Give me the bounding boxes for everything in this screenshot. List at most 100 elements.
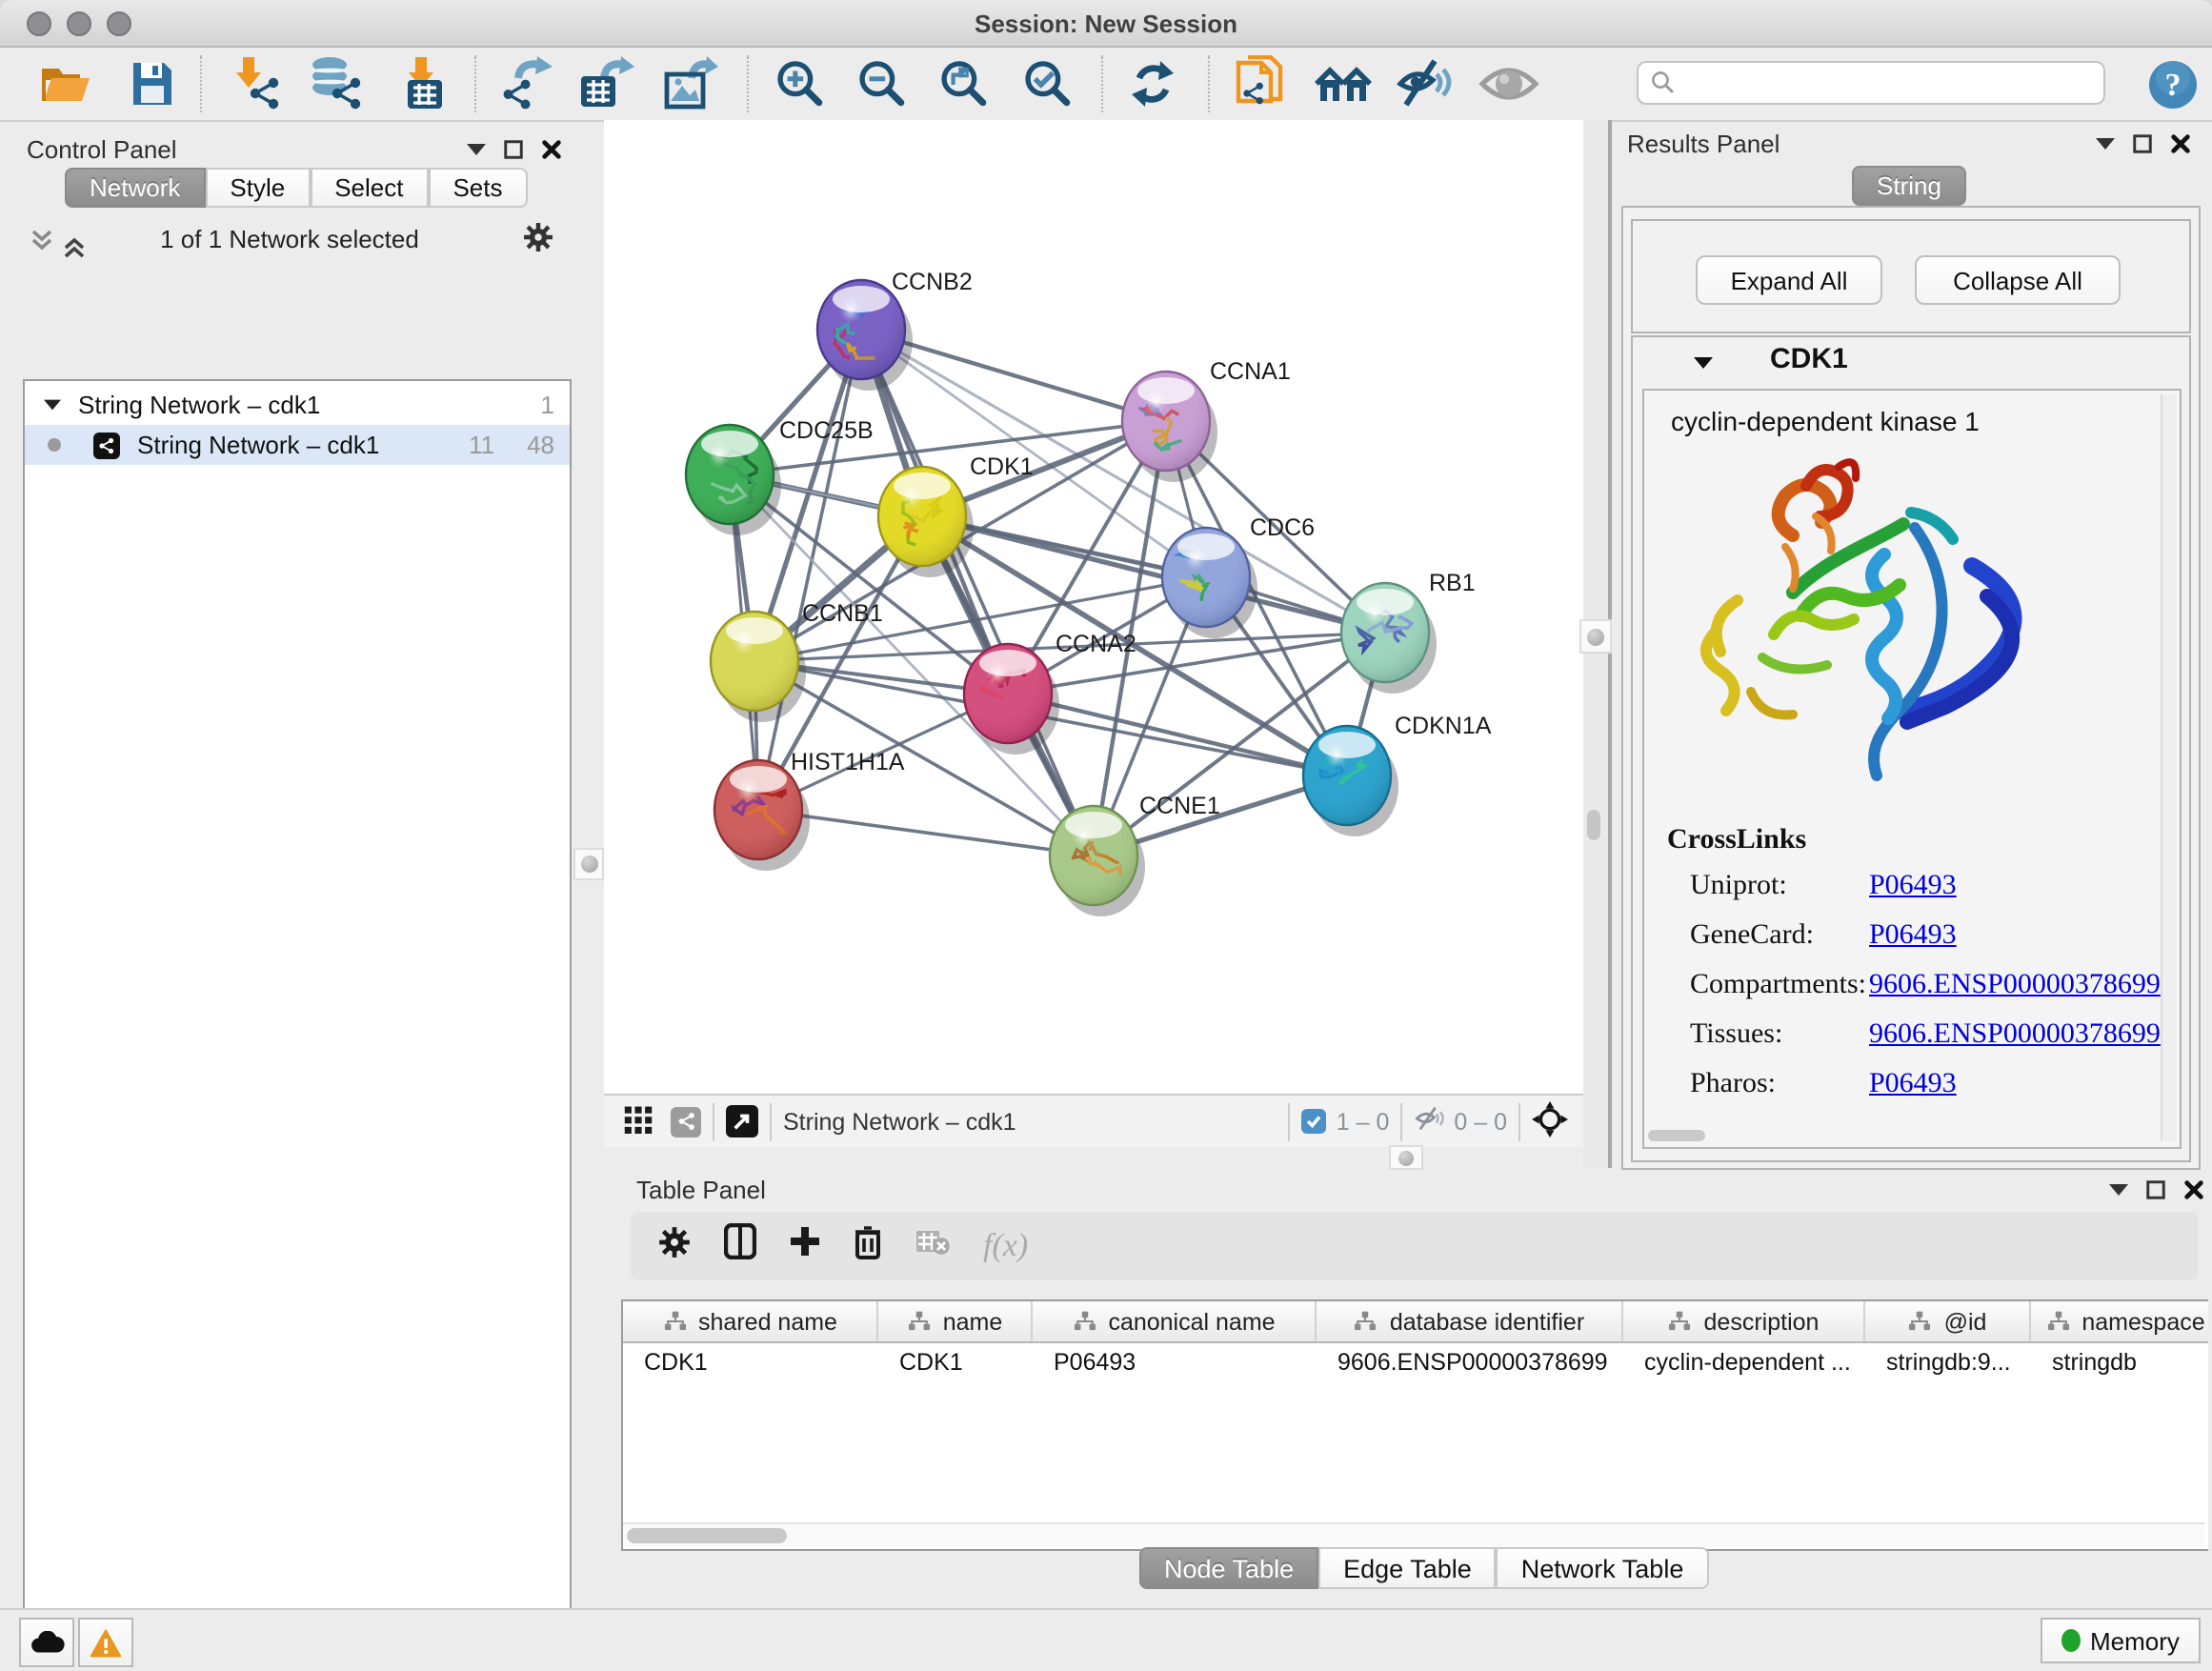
network-view[interactable]: CCNB2CCNA1CDC25BCDK1CDC6RB1CCNB1CCNA2CDK… [604, 120, 1583, 1094]
panel-float-icon[interactable] [2132, 133, 2153, 154]
node-RB1[interactable]: RB1 [1341, 570, 1476, 694]
open-session-icon[interactable] [34, 53, 95, 114]
import-network-database-icon[interactable] [307, 53, 368, 114]
crosslink-label: Pharos: [1690, 1069, 1869, 1101]
export-image-icon[interactable] [659, 53, 720, 114]
show-columns-icon[interactable] [724, 1223, 756, 1269]
edge-CCNB2-HIST1H1A[interactable] [758, 330, 861, 810]
refresh-icon[interactable] [1122, 53, 1183, 114]
zoom-fit-icon[interactable] [932, 53, 993, 114]
warnings-button[interactable] [78, 1618, 133, 1667]
tab-edge-table[interactable]: Edge Table [1318, 1547, 1497, 1589]
expand-all-button[interactable]: Expand All [1696, 255, 1882, 305]
panel-close-icon[interactable] [2170, 133, 2191, 154]
node-CDC25B[interactable]: CDC25B [686, 417, 874, 535]
table-hscrollbar[interactable] [623, 1522, 2204, 1547]
section-expander-icon[interactable] [1694, 356, 1713, 370]
panel-menu-icon[interactable] [2096, 137, 2115, 151]
node-CDKN1A[interactable]: CDKN1A [1303, 713, 1492, 836]
column-header-namespace[interactable]: namespace [2031, 1301, 2208, 1341]
export-network-icon[interactable] [493, 53, 554, 114]
hide-selected-icon[interactable] [1395, 53, 1456, 114]
node-label-CCNA1: CCNA1 [1210, 358, 1291, 385]
show-grid-icon[interactable] [623, 1103, 654, 1139]
crosslink-label: GeneCard: [1690, 920, 1869, 953]
results-vscroll-track[interactable] [2161, 394, 2176, 1141]
tree-expander-icon[interactable] [44, 398, 61, 412]
node-CDC6[interactable]: CDC6 [1162, 514, 1315, 638]
column-header-name[interactable]: name [878, 1301, 1033, 1341]
edge-CCNB2-CCNE1[interactable] [861, 330, 1094, 856]
import-table-icon[interactable] [392, 53, 453, 114]
search-field[interactable] [1637, 61, 2105, 105]
node-CDK1[interactable]: CDK1 [878, 453, 1034, 577]
delete-column-icon[interactable] [854, 1223, 882, 1269]
table-row[interactable]: CDK1CDK1P064939606.ENSP00000378699cyclin… [623, 1343, 2208, 1383]
tab-style[interactable]: Style [205, 168, 310, 208]
export-table-icon[interactable] [575, 53, 636, 114]
left-splitter-grip[interactable] [573, 848, 604, 880]
tab-string[interactable]: String [1852, 166, 1966, 206]
network-vscroll-thumb[interactable] [1587, 810, 1600, 840]
column-header-description[interactable]: description [1623, 1301, 1865, 1341]
column-header-database-identifier[interactable]: database identifier [1317, 1301, 1623, 1341]
detach-view-icon[interactable] [726, 1105, 758, 1137]
tab-sets[interactable]: Sets [428, 168, 527, 208]
fit-content-crosshair-icon[interactable] [1532, 1100, 1568, 1142]
memory-button[interactable]: Memory [2041, 1618, 2201, 1663]
network-type-badge-icon[interactable] [671, 1106, 701, 1137]
network-options-gear-icon[interactable] [522, 221, 554, 263]
selected-checkbox-icon[interactable] [1302, 1109, 1327, 1134]
tab-node-table[interactable]: Node Table [1139, 1547, 1318, 1589]
panel-close-icon[interactable] [2183, 1179, 2204, 1200]
node-CCNE1[interactable]: CCNE1 [1050, 793, 1220, 916]
edge-CDK1-RB1[interactable] [922, 516, 1385, 633]
crosslink-link[interactable]: P06493 [1869, 920, 1957, 953]
function-builder-button[interactable]: f(x) [983, 1227, 1028, 1265]
panel-menu-icon[interactable] [467, 143, 486, 156]
save-session-icon[interactable] [122, 53, 183, 114]
import-network-icon[interactable] [227, 53, 288, 114]
hidden-eye-icon[interactable] [1414, 1105, 1446, 1137]
show-all-icon[interactable] [1478, 53, 1539, 114]
crosslink-link[interactable]: P06493 [1869, 871, 1957, 903]
node-CCNB1[interactable]: CCNB1 [711, 600, 883, 722]
table-options-gear-icon[interactable] [657, 1224, 692, 1268]
network-row-selected[interactable]: String Network – cdk1 11 48 [25, 425, 570, 465]
cloud-button[interactable] [19, 1618, 74, 1667]
tab-network[interactable]: Network [65, 168, 205, 208]
add-column-icon[interactable] [789, 1225, 821, 1267]
zoom-out-icon[interactable] [850, 53, 911, 114]
node-CCNB2[interactable]: CCNB2 [817, 269, 973, 391]
panel-menu-icon[interactable] [2109, 1183, 2128, 1197]
network-canvas[interactable]: CCNB2CCNA1CDC25BCDK1CDC6RB1CCNB1CCNA2CDK… [604, 120, 1583, 1094]
bottom-splitter-grip[interactable] [1389, 1145, 1423, 1170]
node-HIST1H1A[interactable]: HIST1H1A [714, 749, 905, 871]
panel-float-icon[interactable] [2145, 1179, 2166, 1200]
network-collection-row[interactable]: String Network – cdk1 1 [25, 381, 570, 425]
help-icon[interactable]: ? [2142, 53, 2202, 114]
table-hscroll-thumb[interactable] [627, 1528, 787, 1543]
panel-float-icon[interactable] [503, 139, 524, 160]
crosslink-link[interactable]: 9606.ENSP00000378699 [1869, 1019, 2161, 1052]
results-hscroll-thumb[interactable] [1648, 1130, 1705, 1141]
column-header--id[interactable]: @id [1865, 1301, 2031, 1341]
zoom-in-icon[interactable] [768, 53, 829, 114]
tab-select[interactable]: Select [310, 168, 428, 208]
panel-close-icon[interactable] [541, 139, 562, 160]
tab-network-table[interactable]: Network Table [1497, 1547, 1709, 1589]
toolbar-separator [200, 55, 204, 112]
right-splitter-grip[interactable] [1579, 619, 1612, 654]
node-CCNA1[interactable]: CCNA1 [1122, 358, 1291, 482]
network-from-selection-icon[interactable] [1229, 53, 1290, 114]
node-label-CDC6: CDC6 [1250, 514, 1315, 541]
crosslink-link[interactable]: 9606.ENSP00000378699 [1869, 970, 2161, 1002]
zoom-selected-icon[interactable] [1016, 53, 1076, 114]
column-header-canonical-name[interactable]: canonical name [1033, 1301, 1317, 1341]
search-input[interactable] [1675, 68, 2063, 98]
column-header-shared-name[interactable]: shared name [623, 1301, 878, 1341]
delete-table-icon[interactable] [915, 1227, 951, 1265]
collapse-all-button[interactable]: Collapse All [1915, 255, 2121, 305]
return-to-home-icon[interactable] [1313, 53, 1374, 114]
crosslink-link[interactable]: P06493 [1869, 1069, 1957, 1101]
